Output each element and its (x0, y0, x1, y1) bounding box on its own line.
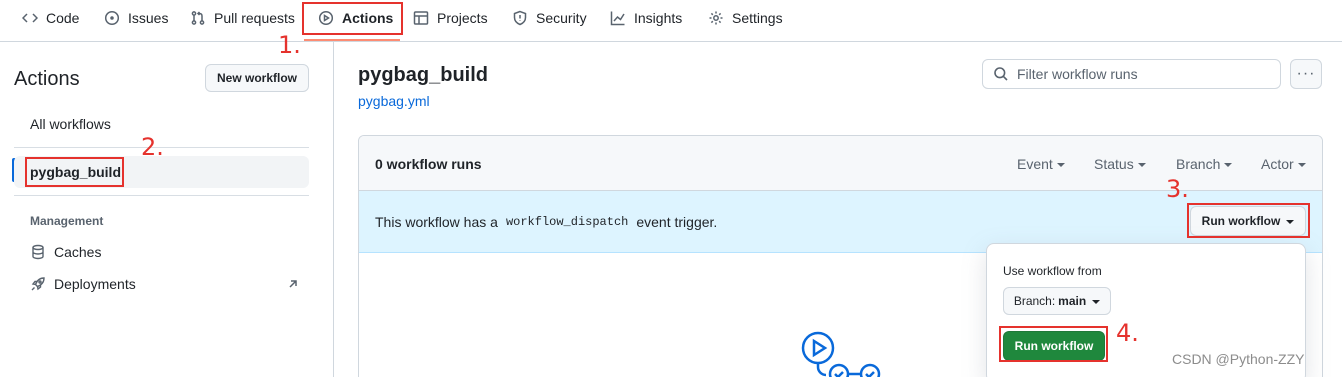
issue-opened-icon (104, 10, 120, 26)
annotation-number-4: 4. (1116, 319, 1139, 347)
tab-pull-requests-label: Pull requests (214, 10, 295, 26)
table-icon (413, 11, 429, 25)
actor-filter-label: Actor (1261, 156, 1294, 172)
workflow-empty-icon (801, 331, 881, 377)
annotation-number-3: 3. (1166, 175, 1189, 203)
git-pull-request-icon (191, 11, 205, 25)
filter-workflow-runs[interactable] (982, 59, 1281, 89)
annotation-number-2: 2. (141, 133, 164, 161)
arrow-up-right-icon (289, 280, 297, 288)
shield-icon (513, 10, 527, 26)
caret-down-icon (1056, 163, 1065, 167)
search-icon (994, 67, 1008, 81)
active-tab-underline (304, 39, 400, 41)
caret-down-icon (1137, 163, 1146, 167)
actor-filter[interactable]: Actor (1261, 156, 1306, 172)
branch-prefix: Branch: (1013, 294, 1056, 308)
annotation-number-1: 1. (278, 31, 301, 59)
tab-projects[interactable]: Projects (413, 0, 488, 36)
code-icon (22, 13, 38, 23)
tab-code[interactable]: Code (22, 0, 79, 36)
annotation-box-actions (302, 2, 403, 35)
sidebar-item-deployments[interactable]: Deployments (30, 276, 136, 292)
caret-down-icon (1092, 300, 1101, 304)
filter-input[interactable] (1017, 66, 1267, 82)
management-heading: Management (30, 214, 104, 228)
new-workflow-button[interactable]: New workflow (205, 64, 309, 92)
branch-filter-label: Branch (1176, 156, 1221, 172)
tab-insights-label: Insights (634, 10, 683, 26)
more-options-button[interactable]: ··· (1290, 59, 1322, 89)
tab-security-label: Security (536, 10, 587, 26)
deployments-label: Deployments (54, 276, 136, 292)
graph-icon (610, 11, 625, 26)
tab-code-label: Code (46, 10, 80, 26)
sidebar-divider (14, 195, 309, 196)
branch-filter[interactable]: Branch (1176, 156, 1233, 172)
gear-icon (709, 11, 723, 25)
rocket-icon (31, 277, 45, 291)
dispatch-text-after: event trigger. (636, 214, 718, 230)
tab-settings-label: Settings (732, 10, 783, 26)
annotation-box-run-submit (999, 326, 1108, 362)
tab-projects-label: Projects (437, 10, 488, 26)
dispatch-text-before: This workflow has a (375, 214, 498, 230)
use-workflow-from-label: Use workflow from (1003, 264, 1102, 278)
tab-insights[interactable]: Insights (610, 0, 682, 36)
caches-label: Caches (54, 244, 102, 260)
tab-issues-label: Issues (128, 10, 169, 26)
caret-down-icon (1297, 163, 1306, 167)
actions-sidebar: Actions New workflow All workflows pygba… (0, 42, 334, 377)
dispatch-code: workflow_dispatch (505, 215, 629, 229)
database-icon (32, 244, 44, 260)
branch-value: main (1058, 294, 1087, 308)
runs-count: 0 workflow runs (375, 156, 482, 172)
event-filter-label: Event (1017, 156, 1053, 172)
tab-settings[interactable]: Settings (708, 0, 783, 36)
workflow-title: pygbag_build (358, 64, 488, 86)
repo-nav: Code Issues Pull requests Actions Projec… (0, 0, 1342, 42)
annotation-box-workflow (25, 157, 124, 187)
sidebar-item-caches[interactable]: Caches (30, 244, 101, 260)
caret-down-icon (1224, 163, 1233, 167)
sidebar-title: Actions (14, 68, 80, 90)
status-filter-label: Status (1094, 156, 1134, 172)
status-filter[interactable]: Status (1094, 156, 1146, 172)
tab-security[interactable]: Security (512, 0, 587, 36)
dispatch-message: This workflow has a workflow_dispatch ev… (375, 214, 717, 230)
workflow-file-link[interactable]: pygbag.yml (358, 93, 430, 109)
tab-issues[interactable]: Issues (104, 0, 168, 36)
event-filter[interactable]: Event (1017, 156, 1065, 172)
branch-select-button[interactable]: Branch: main (1003, 287, 1111, 315)
watermark: CSDN @Python-ZZY (1172, 351, 1305, 367)
annotation-box-run-dropdown (1187, 203, 1310, 238)
